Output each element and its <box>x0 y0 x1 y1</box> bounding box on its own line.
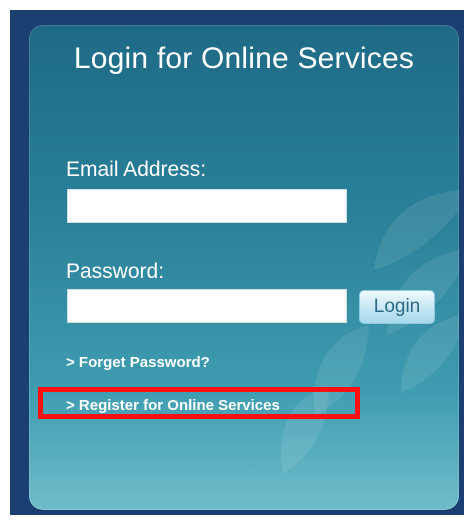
password-label: Password: <box>66 260 165 283</box>
page-title: Login for Online Services <box>73 42 415 75</box>
password-field[interactable] <box>67 289 347 323</box>
login-button[interactable]: Login <box>359 290 435 324</box>
email-field[interactable] <box>67 189 347 223</box>
forget-password-link[interactable]: > Forget Password? <box>66 354 210 371</box>
email-label: Email Address: <box>66 158 207 181</box>
register-link[interactable]: > Register for Online Services <box>66 397 280 414</box>
